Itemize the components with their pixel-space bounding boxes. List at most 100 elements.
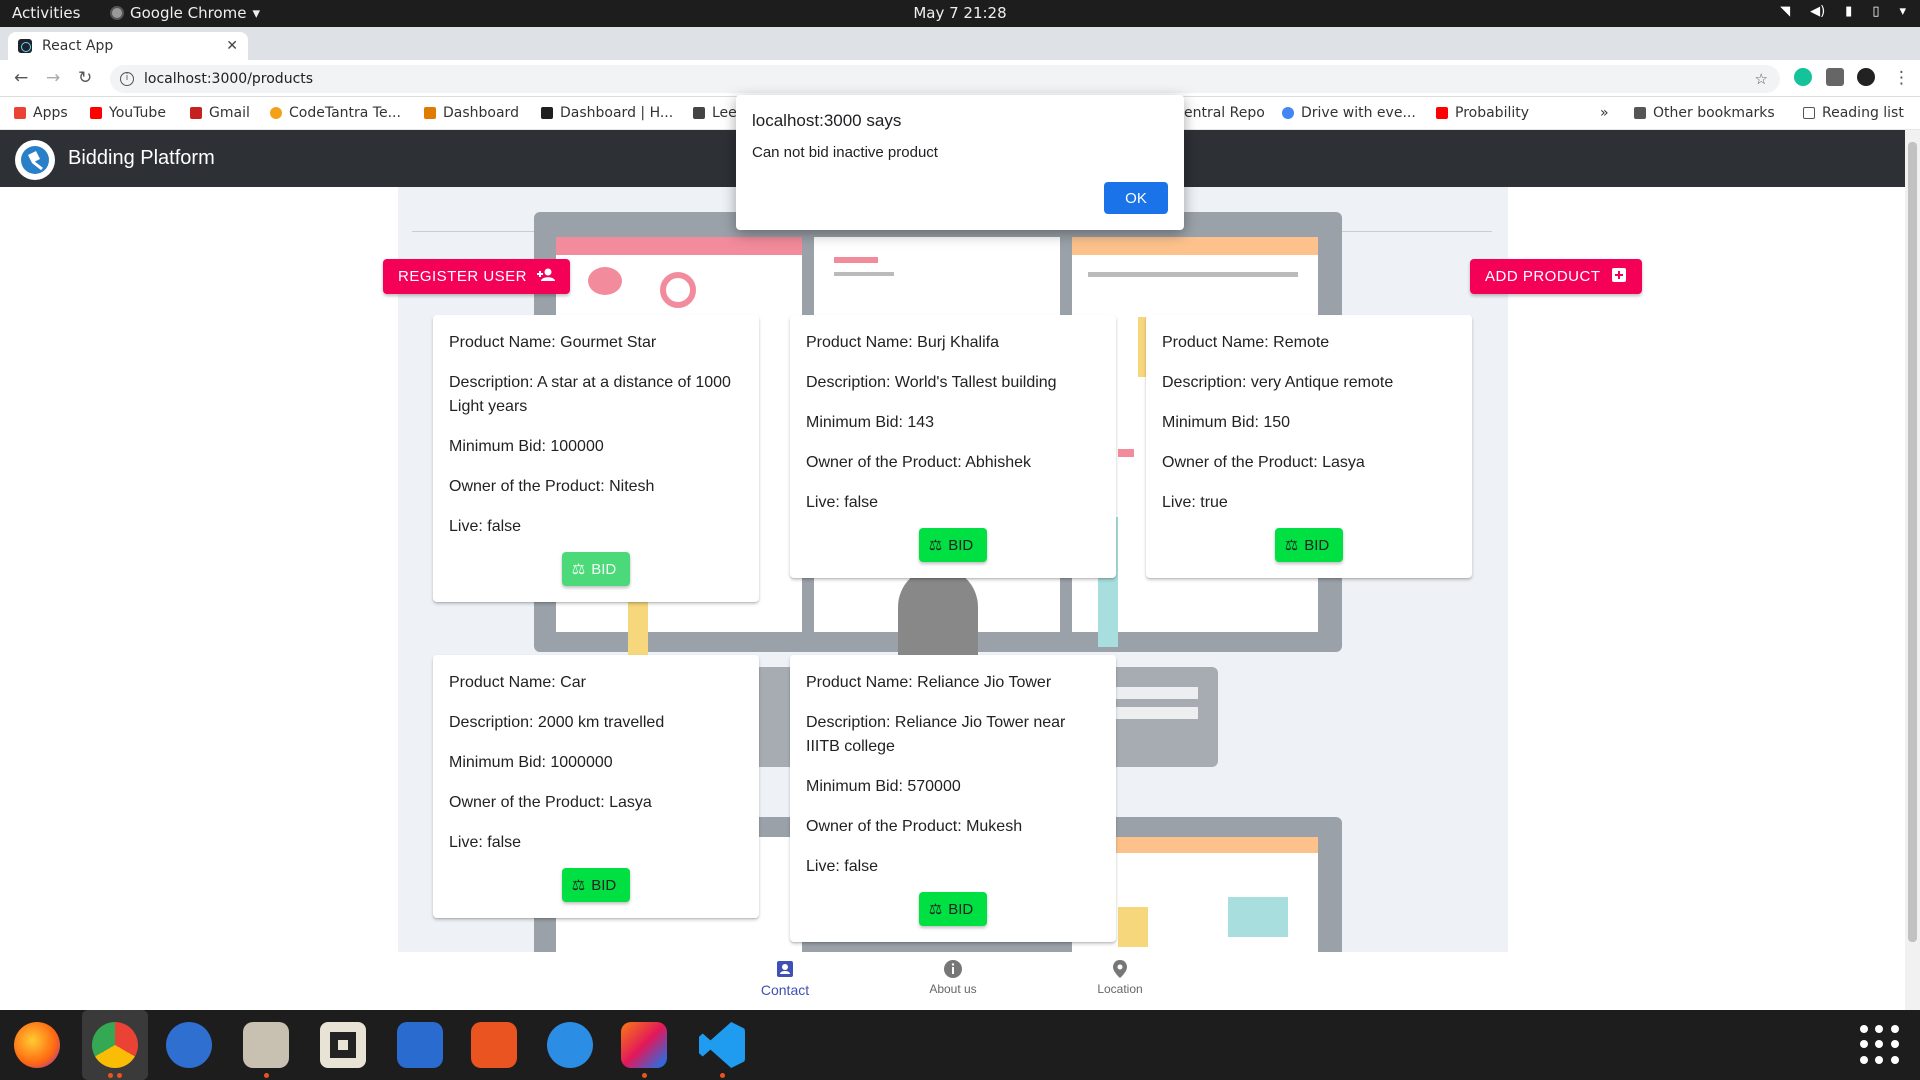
product-live-status: Live: false — [449, 834, 522, 851]
files-icon[interactable] — [243, 1022, 289, 1068]
reading-list-icon — [1803, 107, 1815, 119]
system-menu-caret-icon[interactable]: ▾ — [1899, 4, 1906, 19]
software-center-icon[interactable] — [471, 1022, 517, 1068]
bookmark-apps[interactable]: Apps — [14, 105, 68, 121]
illustration-line — [1088, 272, 1298, 277]
close-tab-icon[interactable]: ✕ — [226, 38, 238, 54]
bookmark-dashboard-h[interactable]: Dashboard | H... — [541, 105, 673, 121]
firefox-icon[interactable] — [14, 1022, 60, 1068]
product-owner: Owner of the Product: Lasya — [1162, 454, 1365, 471]
page-scrollbar[interactable] — [1905, 130, 1920, 1010]
bookmark-central-repo[interactable]: entral Repo — [1184, 105, 1265, 121]
reload-icon[interactable]: ↻ — [78, 68, 92, 88]
bookmark-label: entral Repo — [1184, 105, 1265, 121]
bid-button[interactable]: ⚖ BID — [918, 528, 988, 562]
system-top-bar: Activities Google Chrome ▾ May 7 21:28 ◥… — [0, 0, 1920, 27]
bid-label: BID — [948, 900, 974, 918]
chrome-menu-icon[interactable]: ⋮ — [1893, 68, 1910, 88]
show-applications-icon[interactable] — [1860, 1025, 1900, 1065]
chrome-icon[interactable] — [92, 1022, 138, 1068]
product-card: Product Name: Gourmet Star Description: … — [433, 315, 759, 602]
site-info-icon[interactable]: i — [120, 72, 134, 86]
reading-list[interactable]: Reading list — [1803, 105, 1904, 121]
add-product-button[interactable]: ADD PRODUCT — [1470, 259, 1642, 294]
libreoffice-writer-icon[interactable] — [397, 1022, 443, 1068]
thunderbird-icon[interactable] — [166, 1022, 212, 1068]
bid-button[interactable]: ⚖ BID — [1274, 528, 1344, 562]
bottom-navigation: Contact About us Location — [0, 952, 1905, 1008]
forward-icon[interactable]: → — [46, 68, 60, 88]
bookmark-youtube[interactable]: YouTube — [90, 105, 166, 121]
product-owner: Owner of the Product: Mukesh — [806, 818, 1023, 835]
battery-icon[interactable]: ▯ — [1872, 4, 1879, 19]
nav-about-us[interactable]: About us — [893, 958, 1013, 996]
product-name: Product Name: Car — [449, 674, 586, 691]
dialog-ok-button[interactable]: OK — [1104, 182, 1168, 214]
illustration-bar — [1118, 907, 1148, 947]
bookmark-probability[interactable]: Probability — [1436, 105, 1529, 121]
add-product-label: ADD PRODUCT — [1485, 268, 1601, 285]
bid-button[interactable]: ⚖ BID — [918, 892, 988, 926]
system-tray[interactable]: ◥ ◀) ▮ ▯ ▾ — [1780, 4, 1906, 19]
address-bar[interactable]: i localhost:3000/products ☆ — [110, 65, 1780, 93]
microphone-icon[interactable]: ▮ — [1845, 4, 1852, 19]
product-card: Product Name: Remote Description: very A… — [1146, 315, 1472, 578]
app-menu[interactable]: Google Chrome ▾ — [110, 4, 260, 22]
nav-contact[interactable]: Contact — [725, 958, 845, 998]
products-page: REGISTER USER ADD PRODUCT Product Name: … — [0, 187, 1905, 1010]
illustration-bar — [1072, 237, 1318, 255]
app-logo-icon[interactable] — [15, 140, 55, 180]
activities-button[interactable]: Activities — [12, 4, 80, 22]
intellij-idea-icon[interactable] — [621, 1022, 667, 1068]
bid-button[interactable]: ⚖ BID — [561, 868, 631, 902]
grammarly-extension-icon[interactable] — [1794, 68, 1812, 86]
illustration-bar — [556, 237, 802, 255]
bookmark-star-icon[interactable]: ☆ — [1755, 70, 1768, 88]
profile-avatar[interactable] — [1857, 68, 1875, 86]
bookmark-label: Probability — [1455, 105, 1530, 121]
bookmark-dashboard[interactable]: Dashboard — [424, 105, 519, 121]
scrollbar-thumb[interactable] — [1908, 142, 1917, 942]
running-indicator — [108, 1073, 113, 1078]
gavel-icon: ⚖ — [571, 561, 586, 578]
illustration-line — [834, 257, 878, 263]
back-icon[interactable]: ← — [14, 68, 28, 88]
bookmarks-overflow-button[interactable]: » — [1600, 105, 1609, 121]
illustration-gear — [660, 272, 696, 308]
bid-button[interactable]: ⚖ BID — [561, 552, 631, 586]
product-card: Product Name: Reliance Jio Tower Descrip… — [790, 655, 1116, 942]
bookmark-codetantra[interactable]: CodeTantra Te... — [270, 105, 401, 121]
illustration-bar — [1228, 897, 1288, 937]
bookmark-label: Lee — [712, 105, 737, 121]
youtube-icon — [1436, 107, 1448, 119]
gmail-icon — [190, 107, 202, 119]
product-description: Description: A star at a distance of 100… — [449, 374, 731, 415]
product-owner: Owner of the Product: Nitesh — [449, 478, 655, 495]
alert-dialog: localhost:3000 says Can not bid inactive… — [736, 95, 1184, 230]
clock[interactable]: May 7 21:28 — [0, 4, 1920, 22]
bookmark-label: CodeTantra Te... — [289, 105, 401, 121]
bookmark-lee[interactable]: Lee — [693, 105, 737, 121]
url-text[interactable]: localhost:3000/products — [144, 71, 313, 87]
volume-icon[interactable]: ◀) — [1810, 4, 1825, 19]
running-indicator — [117, 1073, 122, 1078]
bookmark-drive[interactable]: Drive with eve... — [1282, 105, 1416, 121]
bookmark-label: Dashboard | H... — [560, 105, 674, 121]
tab-react-app[interactable]: React App ✕ — [8, 32, 248, 60]
dialog-message: Can not bid inactive product — [752, 144, 938, 161]
product-live-status: Live: false — [806, 494, 879, 511]
product-name: Product Name: Burj Khalifa — [806, 334, 999, 351]
other-bookmarks-folder[interactable]: Other bookmarks — [1634, 105, 1775, 121]
bookmark-gmail[interactable]: Gmail — [190, 105, 250, 121]
illustration-chat-bubble — [588, 267, 622, 295]
rhythmbox-icon[interactable] — [320, 1022, 366, 1068]
vscode-icon[interactable] — [699, 1022, 745, 1068]
wifi-icon[interactable]: ◥ — [1780, 4, 1790, 19]
tab-strip: React App ✕ + — ❐ ✕ — [0, 27, 1920, 82]
register-user-label: REGISTER USER — [398, 268, 528, 285]
nav-location[interactable]: Location — [1060, 958, 1180, 996]
register-user-button[interactable]: REGISTER USER — [383, 259, 571, 294]
gavel-icon: ⚖ — [1284, 537, 1299, 554]
extensions-puzzle-icon[interactable] — [1826, 68, 1844, 86]
help-icon[interactable] — [547, 1022, 593, 1068]
